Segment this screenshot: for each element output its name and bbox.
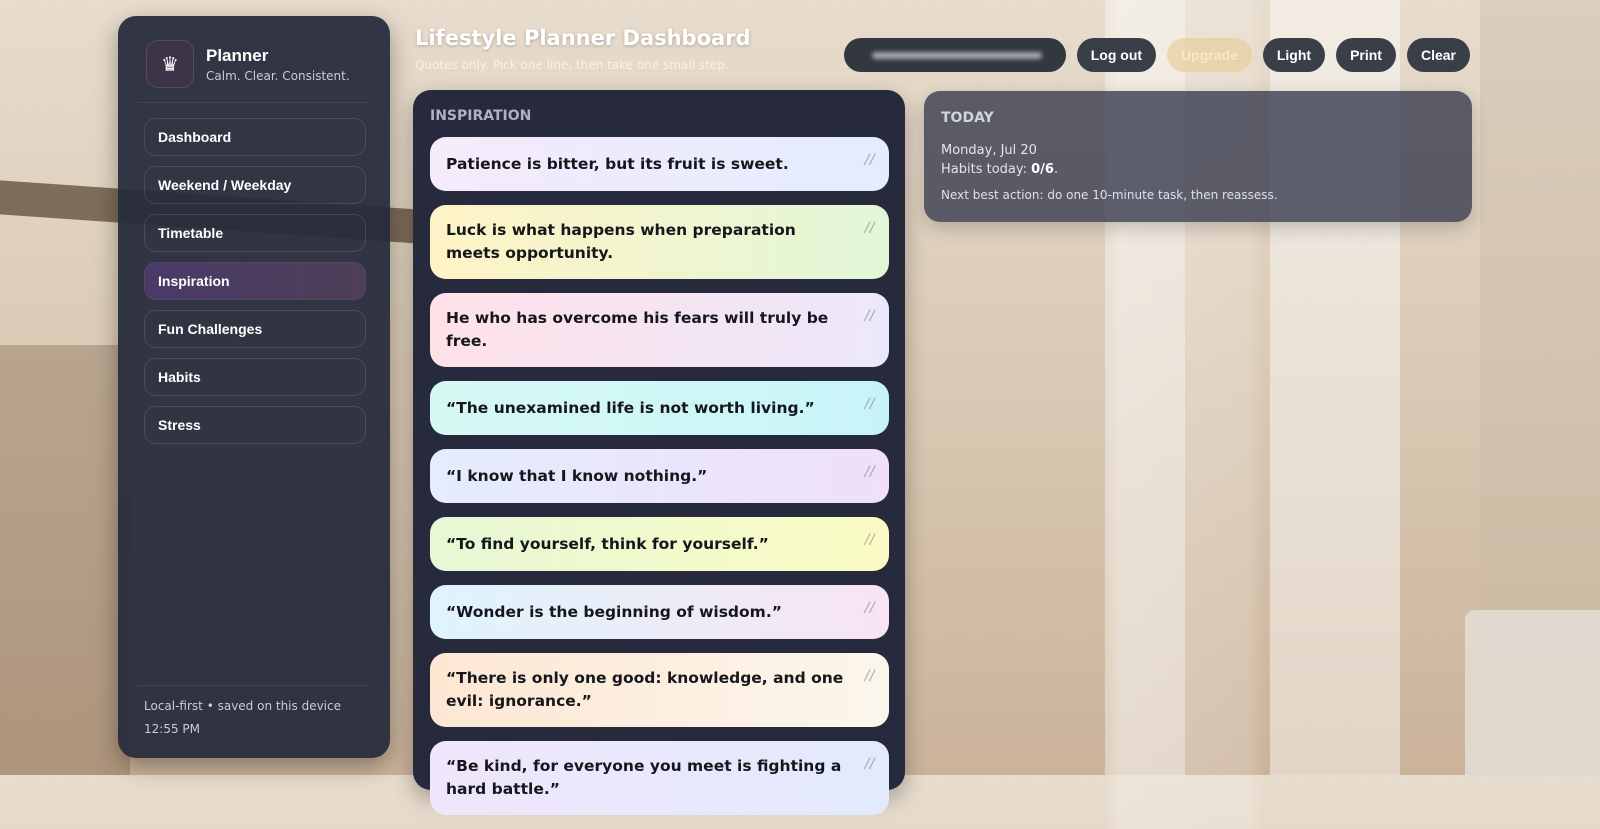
quote-text: Patience is bitter, but its fruit is swe…	[446, 154, 789, 173]
quote-text: “The unexamined life is not worth living…	[446, 398, 815, 417]
background-door	[1465, 610, 1600, 775]
logout-button[interactable]: Log out	[1076, 38, 1157, 72]
quote-card[interactable]: “Wonder is the beginning of wisdom.” //	[430, 585, 889, 639]
redacted-account-text	[871, 52, 1042, 59]
storage-note: Local-first • saved on this device	[144, 699, 341, 713]
section-title: TODAY	[941, 110, 994, 126]
sidebar-item-habits[interactable]: Habits	[144, 358, 366, 396]
today-panel: TODAY Monday, Jul 20 Habits today: 0/6. …	[924, 91, 1472, 222]
quote-icon: //	[864, 668, 875, 684]
quote-icon: //	[864, 308, 875, 324]
sidebar-item-weekend-weekday[interactable]: Weekend / Weekday	[144, 166, 366, 204]
habits-count: 0/6	[1031, 162, 1054, 177]
divider	[138, 685, 370, 686]
quote-card[interactable]: “The unexamined life is not worth living…	[430, 381, 889, 435]
quote-list: Patience is bitter, but its fruit is swe…	[430, 137, 889, 829]
account-field[interactable]	[843, 38, 1066, 72]
toolbar: Log out Upgrade Light Print Clear	[843, 38, 1470, 72]
sidebar-item-dashboard[interactable]: Dashboard	[144, 118, 366, 156]
quote-icon: //	[864, 600, 875, 616]
quote-card[interactable]: “I know that I know nothing.” //	[430, 449, 889, 503]
next-action: Next best action: do one 10-minute task,…	[941, 188, 1278, 202]
quote-icon: //	[864, 396, 875, 412]
sidebar-item-inspiration[interactable]: Inspiration	[144, 262, 366, 300]
clear-button[interactable]: Clear	[1406, 38, 1470, 72]
quote-icon: //	[864, 532, 875, 548]
quote-card[interactable]: “To find yourself, think for yourself.” /…	[430, 517, 889, 571]
quote-text: Luck is what happens when preparation me…	[446, 221, 796, 262]
habits-label: Habits today:	[941, 162, 1032, 177]
brand: ♛ Planner Calm. Clear. Consistent.	[146, 40, 350, 88]
today-date: Monday, Jul 20	[941, 143, 1037, 158]
inspiration-panel: INSPIRATION Patience is bitter, but its …	[413, 90, 905, 815]
sidebar-footer: Local-first • saved on this device 12:55…	[144, 699, 341, 736]
section-title: INSPIRATION	[430, 108, 532, 124]
theme-toggle-button[interactable]: Light	[1262, 38, 1326, 72]
clock-time: 12:55 PM	[144, 722, 200, 736]
quote-text: “Wonder is the beginning of wisdom.”	[446, 602, 782, 621]
divider	[138, 102, 370, 103]
upgrade-button[interactable]: Upgrade	[1167, 38, 1252, 72]
habits-suffix: .	[1053, 162, 1059, 177]
print-button[interactable]: Print	[1336, 38, 1396, 72]
habits-summary: Habits today: 0/6.	[941, 162, 1058, 177]
sidebar-nav: Dashboard Weekend / Weekday Timetable In…	[144, 118, 366, 454]
brand-title: Planner	[206, 45, 269, 65]
background-shelf	[0, 345, 130, 775]
quote-text: “There is only one good: knowledge, and …	[446, 669, 844, 710]
page-subtitle: Quotes only. Pick one line, then take on…	[415, 58, 729, 72]
quote-card[interactable]: “Be kind, for everyone you meet is fight…	[430, 741, 889, 815]
brand-subtitle: Calm. Clear. Consistent.	[206, 68, 350, 83]
quote-card[interactable]: “There is only one good: knowledge, and …	[430, 653, 889, 727]
quote-text: “I know that I know nothing.”	[446, 466, 708, 485]
quote-text: “Be kind, for everyone you meet is fight…	[446, 757, 842, 798]
quote-icon: //	[864, 220, 875, 236]
quote-icon: //	[864, 464, 875, 480]
quote-card[interactable]: Patience is bitter, but its fruit is swe…	[430, 137, 889, 191]
sidebar-item-fun-challenges[interactable]: Fun Challenges	[144, 310, 366, 348]
quote-icon: //	[864, 152, 875, 168]
quote-card[interactable]: Luck is what happens when preparation me…	[430, 205, 889, 279]
quote-icon: //	[864, 756, 875, 772]
sidebar-item-stress[interactable]: Stress	[144, 406, 366, 444]
quote-card[interactable]: He who has overcome his fears will truly…	[430, 293, 889, 367]
quote-text: He who has overcome his fears will truly…	[446, 309, 829, 350]
quote-text: “To find yourself, think for yourself.”	[446, 534, 769, 553]
sidebar: ♛ Planner Calm. Clear. Consistent. Dashb…	[118, 16, 390, 758]
crown-icon: ♛	[146, 40, 194, 88]
sidebar-item-timetable[interactable]: Timetable	[144, 214, 366, 252]
page-title: Lifestyle Planner Dashboard	[415, 26, 751, 50]
